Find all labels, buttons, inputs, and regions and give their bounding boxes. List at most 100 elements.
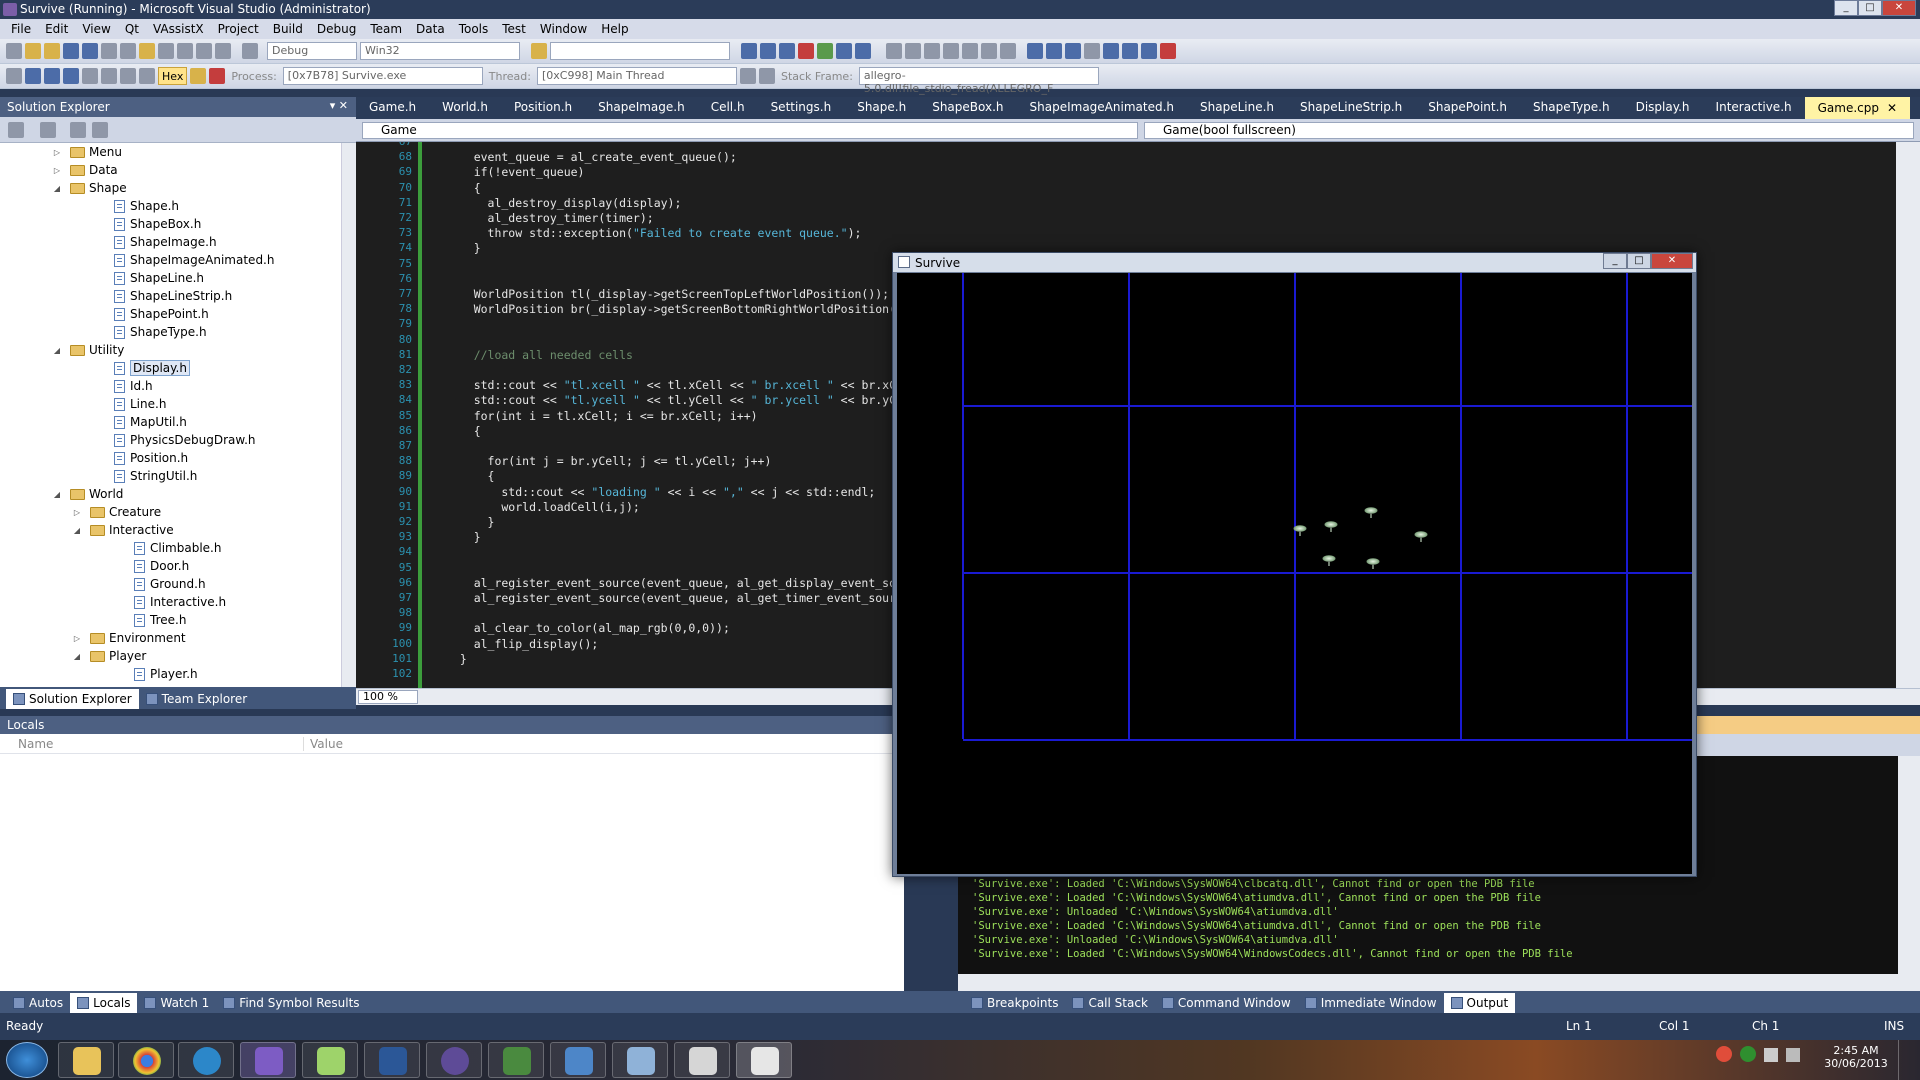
tab-watch-1[interactable]: Watch 1 xyxy=(137,993,216,1013)
tab-shapeimageanimated-h[interactable]: ShapeImageAnimated.h xyxy=(1017,97,1187,119)
tab-world-h[interactable]: World.h xyxy=(429,97,501,119)
tree-file[interactable]: ShapeBox.h xyxy=(114,215,201,233)
code-line[interactable]: al_register_event_source(event_queue, al… xyxy=(446,576,924,590)
survive-taskbar-button[interactable] xyxy=(736,1042,792,1078)
step-icon[interactable] xyxy=(6,68,22,84)
code-line[interactable]: } xyxy=(446,652,467,666)
solution-tree-scrollbar[interactable] xyxy=(341,143,356,687)
clock[interactable]: 2:45 AM 30/06/2013 xyxy=(1820,1044,1892,1070)
bookmark-icon[interactable] xyxy=(1027,43,1043,59)
align-lefts-icon[interactable] xyxy=(886,43,902,59)
menu-edit[interactable]: Edit xyxy=(38,22,75,36)
continue-icon[interactable] xyxy=(242,43,258,59)
menu-debug[interactable]: Debug xyxy=(310,22,363,36)
tab-game-h[interactable]: Game.h xyxy=(356,97,429,119)
show-all-files-icon[interactable] xyxy=(40,122,56,138)
code-line[interactable]: { xyxy=(446,469,495,483)
game-minimize-button[interactable]: _ xyxy=(1603,253,1627,269)
copy-icon[interactable] xyxy=(120,43,136,59)
find-combo[interactable] xyxy=(550,42,730,60)
close-button[interactable]: ✕ xyxy=(1882,0,1916,16)
uncomment-icon[interactable] xyxy=(1000,43,1016,59)
tab-cell-h[interactable]: Cell.h xyxy=(698,97,758,119)
game-maximize-button[interactable]: □ xyxy=(1627,253,1651,269)
toolbox-icon[interactable] xyxy=(798,43,814,59)
menu-data[interactable]: Data xyxy=(409,22,452,36)
code-line[interactable]: WorldPosition br(_display->getScreenBott… xyxy=(446,302,917,316)
code-line[interactable]: for(int i = tl.xCell; i <= br.xCell; i++… xyxy=(446,409,758,423)
tree-file[interactable]: ShapeImage.h xyxy=(114,233,217,251)
tree-file[interactable]: Display.h xyxy=(114,359,190,377)
align-centers-icon[interactable] xyxy=(905,43,921,59)
tab-shapeimage-h[interactable]: ShapeImage.h xyxy=(585,97,698,119)
code-line[interactable]: //load all needed cells xyxy=(446,348,633,362)
tray-app-icon[interactable] xyxy=(1740,1046,1756,1062)
comment-icon[interactable] xyxy=(981,43,997,59)
tree-file[interactable]: Interactive.h xyxy=(134,593,226,611)
eclipse-taskbar-button[interactable] xyxy=(426,1042,482,1078)
tab-game-cpp[interactable]: Game.cpp ✕ xyxy=(1804,97,1911,119)
tab-immediate-window[interactable]: Immediate Window xyxy=(1298,993,1444,1013)
align-rights-icon[interactable] xyxy=(924,43,940,59)
tab-breakpoints[interactable]: Breakpoints xyxy=(964,993,1065,1013)
next-bookmark-folder-icon[interactable] xyxy=(1103,43,1119,59)
code-line[interactable]: event_queue = al_create_event_queue(); xyxy=(446,150,737,164)
tab-solution-explorer[interactable]: Solution Explorer xyxy=(6,689,139,709)
undo-icon[interactable] xyxy=(158,43,174,59)
class-view-icon[interactable] xyxy=(855,43,871,59)
tree-file[interactable]: Shape.h xyxy=(114,197,179,215)
tree-file[interactable]: ShapeLineStrip.h xyxy=(114,287,232,305)
expand-icon[interactable]: ▷ xyxy=(72,508,82,517)
itunes-taskbar-button[interactable] xyxy=(178,1042,234,1078)
break-all-icon[interactable] xyxy=(25,68,41,84)
virtualbox-taskbar-button[interactable] xyxy=(612,1042,668,1078)
tab-shapebox-h[interactable]: ShapeBox.h xyxy=(919,97,1016,119)
game-canvas[interactable] xyxy=(897,273,1692,874)
paste-icon[interactable] xyxy=(139,43,155,59)
tree-file[interactable]: PhysicsDebugDraw.h xyxy=(114,431,256,449)
tab-shapetype-h[interactable]: ShapeType.h xyxy=(1520,97,1623,119)
menu-help[interactable]: Help xyxy=(594,22,635,36)
network-icon[interactable] xyxy=(1764,1048,1778,1062)
menu-tools[interactable]: Tools xyxy=(452,22,496,36)
restart-icon[interactable] xyxy=(63,68,79,84)
code-line[interactable]: al_clear_to_color(al_map_rgb(0,0,0)); xyxy=(446,621,730,635)
extension-manager-icon[interactable] xyxy=(836,43,852,59)
tree-file[interactable]: ShapeType.h xyxy=(114,323,207,341)
code-line[interactable]: if(!event_queue) xyxy=(446,165,585,179)
outdent-icon[interactable] xyxy=(962,43,978,59)
code-line[interactable]: for(int j = br.yCell; j <= tl.yCell; j++… xyxy=(446,454,772,468)
clear-bookmarks-icon[interactable] xyxy=(1160,43,1176,59)
tree-folder[interactable]: ◢ Interactive xyxy=(72,521,174,539)
tab-call-stack[interactable]: Call Stack xyxy=(1065,993,1154,1013)
properties-icon[interactable] xyxy=(760,43,776,59)
close-tab-icon[interactable]: ✕ xyxy=(1887,98,1897,119)
panel-close-icon[interactable]: ▾ ✕ xyxy=(330,99,348,112)
code-line[interactable]: { xyxy=(446,181,481,195)
remote-tool-taskbar-button[interactable] xyxy=(488,1042,544,1078)
step-out-icon[interactable] xyxy=(139,68,155,84)
navigate-forward-icon[interactable] xyxy=(215,43,231,59)
tree-folder[interactable]: ◢ Player xyxy=(72,647,146,665)
tree-file[interactable]: MapUtil.h xyxy=(114,413,187,431)
tree-file[interactable]: Door.h xyxy=(134,557,189,575)
code-line[interactable]: al_register_event_source(event_queue, al… xyxy=(446,591,910,605)
tree-folder[interactable]: ▷ Data xyxy=(52,161,118,179)
member-select[interactable]: Game(bool fullscreen) xyxy=(1144,122,1914,139)
expand-icon[interactable]: ▷ xyxy=(72,634,82,643)
code-line[interactable]: { xyxy=(446,424,481,438)
network-taskbar-button[interactable] xyxy=(550,1042,606,1078)
scope-select[interactable]: Game xyxy=(362,122,1138,139)
code-line[interactable]: } xyxy=(446,530,481,544)
properties-icon[interactable] xyxy=(8,122,24,138)
tab-shapepoint-h[interactable]: ShapePoint.h xyxy=(1415,97,1520,119)
code-line[interactable]: } xyxy=(446,515,495,529)
save-all-icon[interactable] xyxy=(82,43,98,59)
tree-file[interactable]: Climbable.h xyxy=(134,539,221,557)
tree-file[interactable]: StringUtil.h xyxy=(114,467,197,485)
expand-icon[interactable]: ▷ xyxy=(52,166,62,175)
visual-studio-taskbar-button[interactable] xyxy=(240,1042,296,1078)
code-line[interactable]: } xyxy=(446,241,481,255)
tree-file[interactable]: Line.h xyxy=(114,395,166,413)
code-line[interactable]: throw std::exception("Failed to create e… xyxy=(446,226,862,240)
